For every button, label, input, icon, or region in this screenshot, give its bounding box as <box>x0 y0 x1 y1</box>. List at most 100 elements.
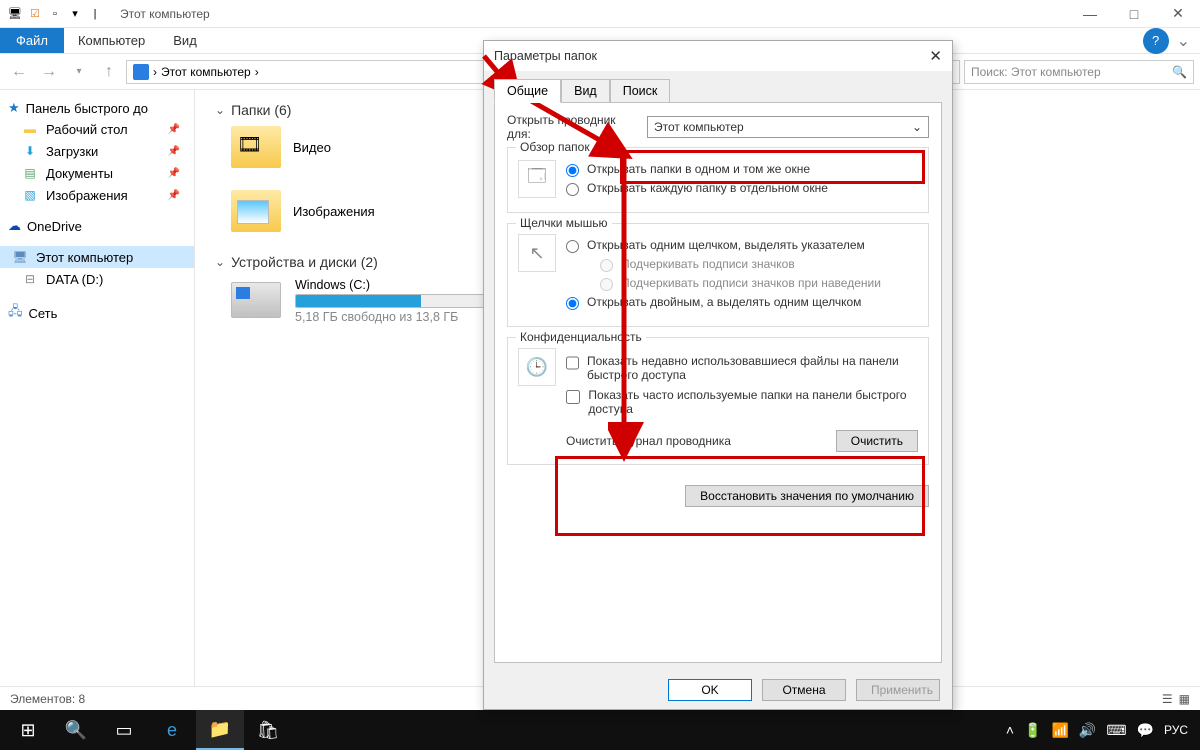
sidebar-item-thispc[interactable]: 🖥 Этот компьютер <box>0 246 194 268</box>
action-center-icon[interactable]: 💬 <box>1137 722 1154 739</box>
sidebar-item-images[interactable]: ▧Изображения📌 <box>0 184 194 206</box>
ribbon-file-tab[interactable]: Файл <box>0 28 64 53</box>
search-placeholder: Поиск: Этот компьютер <box>971 65 1101 79</box>
folder-label: Изображения <box>293 204 375 219</box>
radio-label: Подчеркивать подписи значков при наведен… <box>621 276 881 290</box>
drive-info: Windows (C:) 5,18 ГБ свободно из 13,8 ГБ <box>295 278 495 324</box>
tab-search[interactable]: Поиск <box>610 79 671 102</box>
mouse-clicks-group: Щелчки мышью ↖ Открывать одним щелчком, … <box>507 223 929 327</box>
dialog-title-text: Параметры папок <box>494 49 597 63</box>
sidebar-item-label: Сеть <box>29 306 58 321</box>
dialog-titlebar[interactable]: Параметры папок ✕ <box>484 41 952 71</box>
clear-button[interactable]: Очистить <box>836 430 918 452</box>
ribbon-view-tab[interactable]: Вид <box>159 28 211 53</box>
click-legend: Щелчки мышью <box>516 216 612 230</box>
ribbon-computer-tab[interactable]: Компьютер <box>64 28 159 53</box>
privacy-legend: Конфиденциальность <box>516 330 646 344</box>
edge-button[interactable]: e <box>148 710 196 750</box>
radio-same-window[interactable]: Открывать папки в одном и том же окне <box>566 162 918 177</box>
view-switcher: ☰ ▦ <box>1162 692 1190 706</box>
sidebar-quick-access[interactable]: ★Панель быстрого до <box>0 98 194 118</box>
sidebar-item-label: Документы <box>46 166 113 181</box>
restore-defaults-button[interactable]: Восстановить значения по умолчанию <box>685 485 929 507</box>
radio-input[interactable] <box>566 240 579 253</box>
radio-single-click[interactable]: Открывать одним щелчком, выделять указат… <box>566 238 918 253</box>
checkbox-input[interactable] <box>566 389 580 405</box>
checkbox-frequent-folders[interactable]: Показать часто используемые папки на пан… <box>566 388 918 416</box>
network-icon: 🖧 <box>8 302 23 324</box>
help-icon[interactable]: ? <box>1143 28 1169 54</box>
sidebar-item-desktop[interactable]: ▬Рабочий стол📌 <box>0 118 194 140</box>
pc-icon: 🖥 <box>6 5 24 23</box>
battery-icon[interactable]: 🔋 <box>1024 722 1041 739</box>
tray-chevron-icon[interactable]: ˄ <box>1006 722 1014 738</box>
dropdown-value: Этот компьютер <box>654 120 744 134</box>
window-titlebar: 🖥 ☑ ▫ ▾ | Этот компьютер — □ ✕ <box>0 0 1200 28</box>
radio-input <box>600 278 613 291</box>
close-button[interactable]: ✕ <box>1156 0 1200 28</box>
drive-usage-fill <box>296 295 421 307</box>
recent-button[interactable]: ▾ <box>66 59 92 85</box>
folder-icon: ▫ <box>46 5 64 23</box>
up-button[interactable]: ↑ <box>96 59 122 85</box>
dialog-close-button[interactable]: ✕ <box>929 47 942 65</box>
details-view-button[interactable]: ☰ <box>1162 692 1173 706</box>
taskbar: ⊞ 🔍 ▭ e 📁 🛍 ˄ 🔋 📶 🔊 ⌨ 💬 РУС <box>0 710 1200 750</box>
taskview-button[interactable]: ▭ <box>100 710 148 750</box>
tab-view[interactable]: Вид <box>561 79 610 102</box>
breadcrumb-item[interactable]: Этот компьютер <box>161 65 251 79</box>
checkbox-recent-files[interactable]: Показать недавно использовавшиеся файлы … <box>566 354 918 382</box>
start-button[interactable]: ⊞ <box>4 710 52 750</box>
explorer-button[interactable]: 📁 <box>196 710 244 750</box>
radio-label: Открывать папки в одном и том же окне <box>587 162 810 176</box>
sidebar-item-label: Изображения <box>46 188 128 203</box>
dialog-tabs: Общие Вид Поиск <box>484 71 952 102</box>
pin-icon: 📌 <box>168 168 180 179</box>
checkbox-input[interactable] <box>566 355 579 371</box>
sidebar: ★Панель быстрого до ▬Рабочий стол📌 ⬇Загр… <box>0 90 195 686</box>
dialog-button-row: OK Отмена Применить <box>484 671 952 709</box>
clear-history-label: Очистить журнал проводника <box>566 434 731 448</box>
open-for-dropdown[interactable]: Этот компьютер ⌄ <box>647 116 929 138</box>
ribbon-collapse[interactable]: ? ⌄ <box>1133 28 1200 53</box>
search-input[interactable]: Поиск: Этот компьютер 🔍 <box>964 60 1194 84</box>
radio-input[interactable] <box>566 164 579 177</box>
sidebar-item-downloads[interactable]: ⬇Загрузки📌 <box>0 140 194 162</box>
drive-icon <box>231 282 281 318</box>
minimize-button[interactable]: — <box>1068 0 1112 28</box>
tab-general[interactable]: Общие <box>494 79 561 103</box>
sidebar-item-network[interactable]: 🖧 Сеть <box>0 300 194 326</box>
radio-new-window[interactable]: Открывать каждую папку в отдельном окне <box>566 181 918 196</box>
volume-icon[interactable]: 🔊 <box>1079 722 1096 739</box>
checkbox-label: Показать часто используемые папки на пан… <box>588 388 918 416</box>
drive-icon: ⊟ <box>22 271 38 287</box>
privacy-icon: 🕒 <box>518 348 556 386</box>
radio-underline-always: Подчеркивать подписи значков <box>600 257 918 272</box>
radio-underline-hover: Подчеркивать подписи значков при наведен… <box>600 276 918 291</box>
sidebar-item-onedrive[interactable]: ☁OneDrive <box>0 216 194 236</box>
browse-legend: Обзор папок <box>516 140 594 154</box>
browse-folders-group: Обзор папок 🗔 Открывать папки в одном и … <box>507 147 929 213</box>
store-button[interactable]: 🛍 <box>244 710 292 750</box>
maximize-button[interactable]: □ <box>1112 0 1156 28</box>
network-tray-icon[interactable]: 📶 <box>1051 722 1068 739</box>
back-button[interactable]: ← <box>6 59 32 85</box>
sidebar-item-label: Этот компьютер <box>36 250 133 265</box>
cancel-button[interactable]: Отмена <box>762 679 846 701</box>
language-indicator[interactable]: РУС <box>1164 723 1188 737</box>
search-button[interactable]: 🔍 <box>52 710 100 750</box>
radio-double-click[interactable]: Открывать двойным, а выделять одним щелч… <box>566 295 918 310</box>
keyboard-icon[interactable]: ⌨ <box>1106 722 1126 739</box>
ok-button[interactable]: OK <box>668 679 752 701</box>
item-count: Элементов: 8 <box>10 692 85 706</box>
forward-button[interactable]: → <box>36 59 62 85</box>
radio-input[interactable] <box>566 297 579 310</box>
sidebar-item-label: Рабочий стол <box>46 122 128 137</box>
sidebar-item-data[interactable]: ⊟DATA (D:) <box>0 268 194 290</box>
apply-button[interactable]: Применить <box>856 679 940 701</box>
icons-view-button[interactable]: ▦ <box>1179 692 1190 706</box>
sidebar-item-documents[interactable]: ▤Документы📌 <box>0 162 194 184</box>
pc-icon: 🖥 <box>12 249 28 265</box>
drive-usage-bar <box>295 294 495 308</box>
radio-input[interactable] <box>566 183 579 196</box>
